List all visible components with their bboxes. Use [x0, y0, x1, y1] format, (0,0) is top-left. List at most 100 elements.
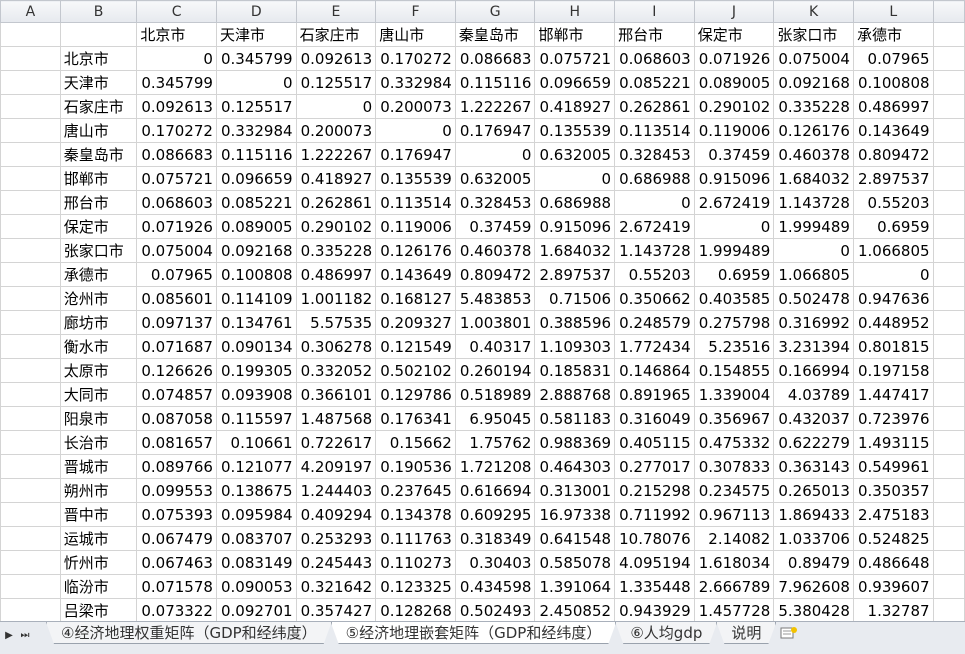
grid-cell[interactable]	[932, 190, 965, 215]
grid-cell[interactable]	[932, 382, 965, 407]
row-label-cell[interactable]: 承德市	[59, 262, 138, 287]
column-header-g[interactable]: G	[454, 0, 536, 23]
header-cell[interactable]: 邯郸市	[534, 22, 616, 47]
spreadsheet-grid[interactable]: ABCDEFGHIJKL 北京市 天津市 石家庄市 唐山市 秦皇岛市 邯郸市 邢台市 保定市张…	[0, 0, 965, 621]
row-label-cell[interactable]: 邯郸市	[59, 166, 138, 191]
value-cell[interactable]: 0.801815	[852, 334, 934, 359]
value-cell[interactable]: 0.087058	[136, 406, 217, 431]
sheet-tab[interactable]: ④经济地理权重矩阵（GDP和经纬度）	[46, 622, 332, 644]
grid-cell[interactable]	[0, 190, 61, 215]
value-cell[interactable]: 0.125517	[215, 94, 297, 119]
value-cell[interactable]: 0.237645	[375, 478, 456, 503]
value-cell[interactable]: 0.316049	[614, 406, 695, 431]
grid-cell[interactable]	[932, 310, 965, 335]
value-cell[interactable]: 1.447417	[852, 382, 934, 407]
value-cell[interactable]: 1.244403	[295, 478, 377, 503]
value-cell[interactable]: 1.721208	[454, 454, 536, 479]
sheet-tab[interactable]: ⑤经济地理嵌套矩阵（GDP和经纬度）	[331, 622, 617, 644]
grid-cell[interactable]	[932, 478, 965, 503]
row-label-cell[interactable]: 石家庄市	[59, 94, 138, 119]
value-cell[interactable]: 0.328453	[454, 190, 536, 215]
column-header-a[interactable]: A	[0, 0, 61, 23]
column-header-c[interactable]: C	[136, 0, 217, 23]
grid-cell[interactable]	[0, 550, 61, 575]
value-cell[interactable]: 0.723976	[852, 406, 934, 431]
row-label-cell[interactable]: 北京市	[59, 46, 138, 71]
value-cell[interactable]: 0.318349	[454, 526, 536, 551]
grid-cell[interactable]	[0, 70, 61, 95]
row-label-cell[interactable]: 临汾市	[59, 574, 138, 599]
value-cell[interactable]: 0.947636	[852, 286, 934, 311]
value-cell[interactable]: 5.380428	[773, 598, 854, 621]
value-cell[interactable]: 0.143649	[375, 262, 456, 287]
value-cell[interactable]: 0.460378	[454, 238, 536, 263]
column-header-d[interactable]: D	[215, 0, 297, 23]
value-cell[interactable]: 4.03789	[773, 382, 854, 407]
value-cell[interactable]: 0.245443	[295, 550, 377, 575]
row-label-cell[interactable]: 阳泉市	[59, 406, 138, 431]
value-cell[interactable]: 0.215298	[614, 478, 695, 503]
value-cell[interactable]: 6.95045	[454, 406, 536, 431]
grid-cell[interactable]	[932, 94, 965, 119]
header-cell[interactable]: 张家口市	[773, 22, 854, 47]
value-cell[interactable]: 0.71506	[534, 286, 616, 311]
value-cell[interactable]: 1.772434	[614, 334, 695, 359]
value-cell[interactable]: 0.260194	[454, 358, 536, 383]
row-label-cell[interactable]: 太原市	[59, 358, 138, 383]
grid-cell[interactable]	[932, 454, 965, 479]
value-cell[interactable]: 0.722617	[295, 430, 377, 455]
sheet-tab[interactable]: ⑥人均gdp	[615, 622, 717, 644]
value-cell[interactable]: 0.085221	[215, 190, 297, 215]
value-cell[interactable]: 5.23516	[693, 334, 775, 359]
value-cell[interactable]: 0.125517	[295, 70, 377, 95]
value-cell[interactable]: 0.313001	[534, 478, 616, 503]
value-cell[interactable]: 1.222267	[454, 94, 536, 119]
value-cell[interactable]: 0.110273	[375, 550, 456, 575]
header-cell[interactable]: 邢台市	[614, 22, 695, 47]
value-cell[interactable]: 0.200073	[295, 118, 377, 143]
grid-cell[interactable]	[0, 214, 61, 239]
value-cell[interactable]: 0.073322	[136, 598, 217, 621]
value-cell[interactable]: 0.345799	[136, 70, 217, 95]
value-cell[interactable]: 0.176947	[454, 118, 536, 143]
value-cell[interactable]: 1.32787	[852, 598, 934, 621]
value-cell[interactable]: 0.518989	[454, 382, 536, 407]
value-cell[interactable]: 0.114109	[215, 286, 297, 311]
value-cell[interactable]: 0.306278	[295, 334, 377, 359]
value-cell[interactable]: 0	[693, 214, 775, 239]
value-cell[interactable]: 0.092168	[215, 238, 297, 263]
value-cell[interactable]: 0.081657	[136, 430, 217, 455]
grid-cell[interactable]	[932, 502, 965, 527]
value-cell[interactable]: 0.067479	[136, 526, 217, 551]
value-cell[interactable]: 1.109303	[534, 334, 616, 359]
grid-cell[interactable]	[932, 214, 965, 239]
grid-cell[interactable]	[932, 574, 965, 599]
value-cell[interactable]: 2.672419	[693, 190, 775, 215]
grid-cell[interactable]	[0, 358, 61, 383]
value-cell[interactable]: 0.943929	[614, 598, 695, 621]
row-label-cell[interactable]: 晋中市	[59, 502, 138, 527]
value-cell[interactable]: 0.967113	[693, 502, 775, 527]
value-cell[interactable]: 0.128268	[375, 598, 456, 621]
grid-cell[interactable]	[0, 94, 61, 119]
column-header-f[interactable]: F	[375, 0, 456, 23]
value-cell[interactable]: 5.57535	[295, 310, 377, 335]
value-cell[interactable]: 0.089005	[693, 70, 775, 95]
value-cell[interactable]: 0.55203	[614, 262, 695, 287]
value-cell[interactable]: 0.350662	[614, 286, 695, 311]
value-cell[interactable]: 0.071687	[136, 334, 217, 359]
value-cell[interactable]: 0.07965	[852, 46, 934, 71]
value-cell[interactable]: 7.962608	[773, 574, 854, 599]
value-cell[interactable]: 0.409294	[295, 502, 377, 527]
value-cell[interactable]: 0.170272	[136, 118, 217, 143]
value-cell[interactable]: 0.071926	[136, 214, 217, 239]
value-cell[interactable]: 10.78076	[614, 526, 695, 551]
column-header-e[interactable]: E	[295, 0, 377, 23]
value-cell[interactable]: 0.097137	[136, 310, 217, 335]
value-cell[interactable]: 0.083707	[215, 526, 297, 551]
grid-cell[interactable]	[0, 166, 61, 191]
value-cell[interactable]: 0.121549	[375, 334, 456, 359]
value-cell[interactable]: 0.641548	[534, 526, 616, 551]
column-header-i[interactable]: I	[614, 0, 695, 23]
column-header-j[interactable]: J	[693, 0, 775, 23]
